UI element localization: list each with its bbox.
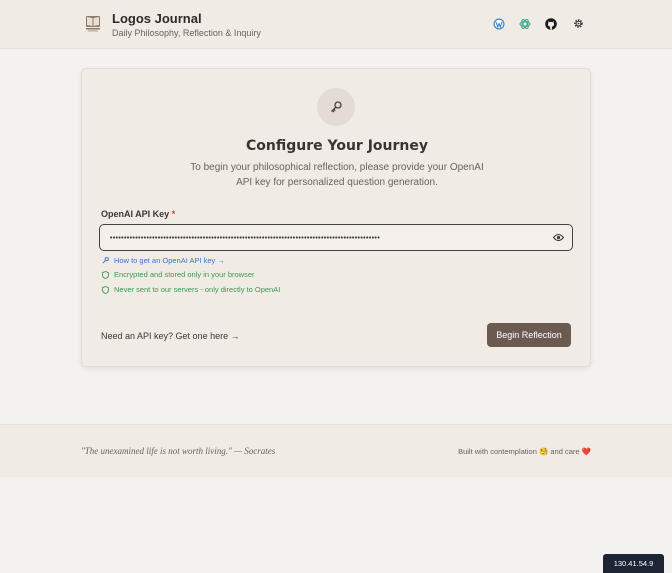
api-key-label-text: OpenAI API Key	[101, 209, 170, 219]
setup-title: Configure Your Journey	[246, 138, 428, 154]
key-icon	[331, 101, 342, 113]
ip-address-badge: 130.41.54.9	[603, 554, 664, 573]
app-header: Logos Journal Daily Philosophy, Reflecti…	[0, 0, 672, 49]
required-marker: *	[171, 209, 176, 219]
encrypted-note: Encrypted and stored only in your browse…	[102, 270, 255, 279]
footer-credit: Built with contemplation 🧐 and care ❤️	[458, 447, 591, 456]
shield-icon	[102, 270, 109, 279]
wordpress-icon[interactable]	[492, 17, 505, 30]
how-to-get-key-text: How to get an OpenAI API key →	[114, 256, 225, 265]
setup-card: Configure Your Journey To begin your phi…	[81, 68, 591, 367]
book-icon	[86, 16, 100, 32]
eye-icon[interactable]	[553, 233, 564, 242]
app-subtitle: Daily Philosophy, Reflection & Inquiry	[112, 28, 261, 38]
github-icon[interactable]	[544, 17, 557, 30]
footer-quote: "The unexamined life is not worth living…	[81, 446, 276, 456]
begin-reflection-button[interactable]: Begin Reflection	[487, 323, 571, 347]
app-title: Logos Journal	[112, 11, 202, 26]
never-sent-note-text: Never sent to our servers - only directl…	[114, 285, 281, 294]
gear-icon[interactable]	[572, 17, 585, 30]
setup-description: To begin your philosophical reflection, …	[190, 162, 484, 188]
never-sent-note: Never sent to our servers - only directl…	[102, 285, 280, 294]
api-key-label: OpenAI API Key *	[101, 209, 175, 219]
shield-icon	[102, 285, 109, 294]
api-key-field	[99, 224, 573, 251]
openai-icon[interactable]	[518, 17, 531, 30]
footer: "The unexamined life is not worth living…	[0, 424, 672, 477]
encrypted-note-text: Encrypted and stored only in your browse…	[114, 270, 255, 279]
how-to-get-key-link[interactable]: How to get an OpenAI API key →	[102, 256, 225, 265]
api-key-input[interactable]	[109, 227, 545, 248]
key-icon	[102, 257, 109, 264]
key-badge	[317, 88, 355, 126]
get-api-key-link[interactable]: Need an API key? Get one here →	[101, 331, 240, 341]
